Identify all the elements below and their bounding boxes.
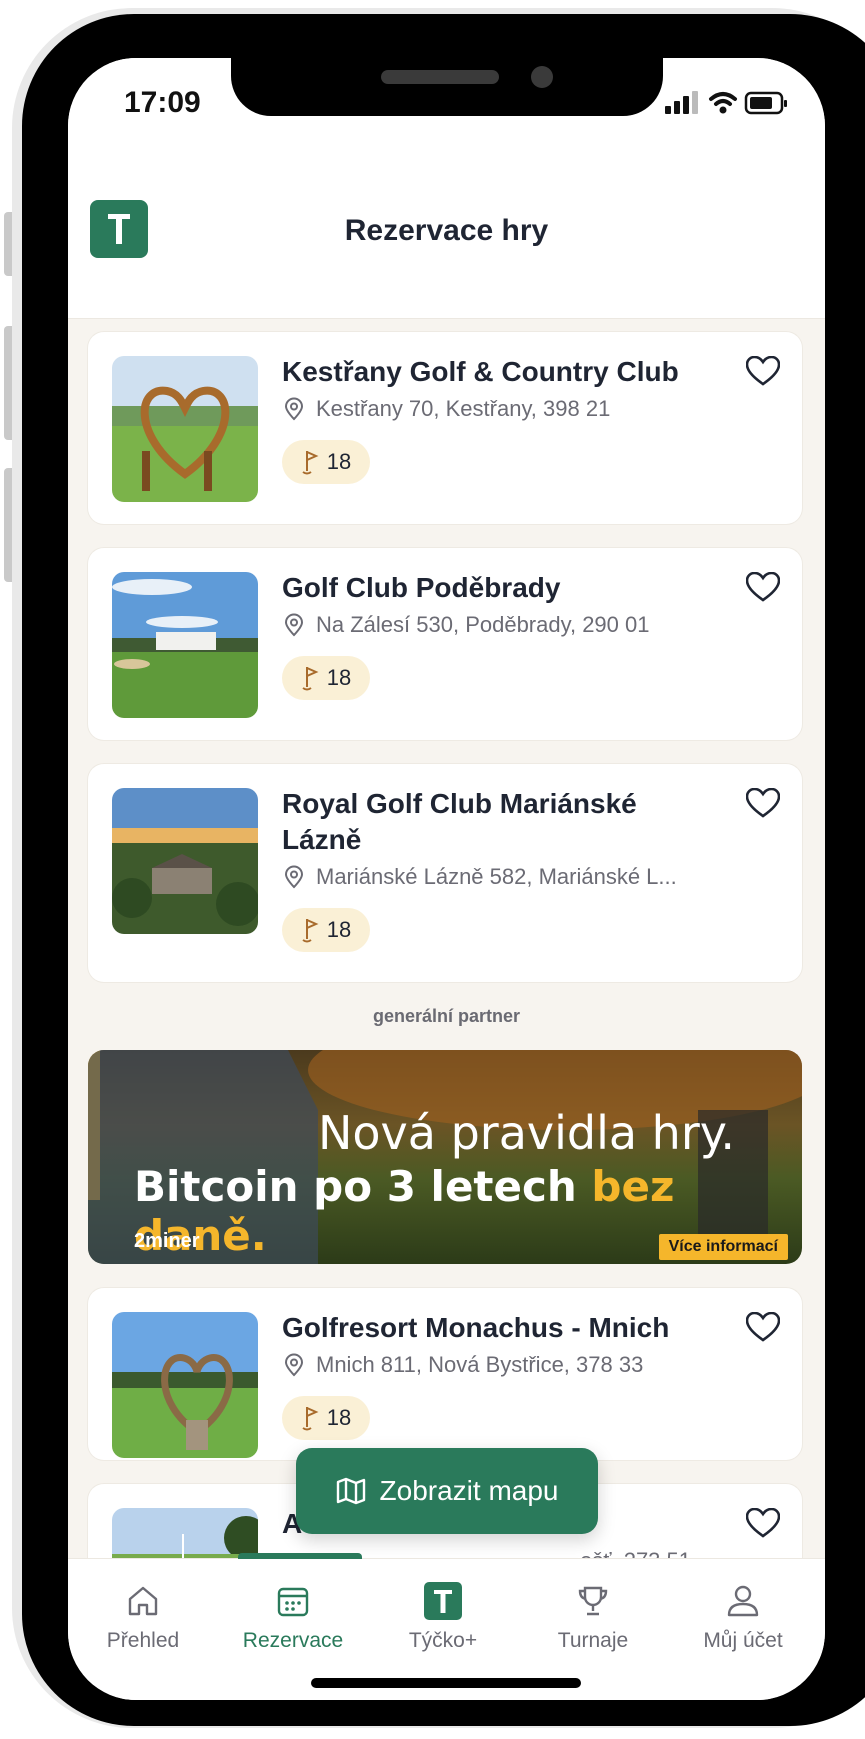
golf-flag-icon bbox=[302, 1407, 319, 1431]
course-card[interactable]: Kestřany Golf & Country Club Kestřany 70… bbox=[88, 332, 802, 524]
course-name: Royal Golf Club Mariánské Lázně bbox=[282, 788, 637, 855]
page-title: Rezervace hry bbox=[344, 214, 549, 247]
tab-turnaje[interactable]: Turnaje bbox=[518, 1579, 668, 1653]
course-address: Na Zálesí 530, Poděbrady, 290 01 bbox=[282, 612, 732, 638]
course-name: Golfresort Monachus - Mnich bbox=[282, 1312, 670, 1343]
banner-brand-logo: 2miner bbox=[134, 1230, 200, 1252]
course-address: Mariánské Lázně 582, Mariánské L... bbox=[282, 864, 732, 890]
active-tab-indicator bbox=[238, 1553, 362, 1559]
holes-badge: 18 bbox=[282, 1396, 370, 1440]
tab-label: Přehled bbox=[106, 1629, 180, 1652]
speaker bbox=[381, 70, 499, 84]
tee-logo-icon bbox=[424, 1582, 462, 1620]
course-card[interactable]: Royal Golf Club Mariánské Lázně Mariánsk… bbox=[88, 764, 802, 982]
banner-headline: Nová pravidla hry. bbox=[318, 1106, 736, 1160]
address-text: Mnich 811, Nová Bystřice, 378 33 bbox=[316, 1352, 644, 1377]
tab-label: Rezervace bbox=[242, 1629, 344, 1652]
course-list[interactable]: Kestřany Golf & Country Club Kestřany 70… bbox=[68, 318, 825, 1664]
home-indicator bbox=[311, 1678, 581, 1688]
favorite-heart-icon[interactable] bbox=[746, 1312, 780, 1342]
course-card[interactable]: Golfresort Monachus - Mnich Mnich 811, N… bbox=[88, 1288, 802, 1460]
favorite-heart-icon[interactable] bbox=[746, 356, 780, 386]
partner-banner[interactable]: Nová pravidla hry. Bitcoin po 3 letech b… bbox=[88, 1050, 802, 1264]
golf-flag-icon bbox=[302, 451, 319, 475]
show-map-button[interactable]: Zobrazit mapu bbox=[296, 1448, 598, 1534]
course-name: Golf Club Poděbrady bbox=[282, 572, 561, 603]
status-icons bbox=[665, 91, 787, 115]
holes-badge: 18 bbox=[282, 908, 370, 952]
holes-count: 18 bbox=[326, 665, 352, 690]
signal-icon bbox=[665, 91, 698, 114]
tab-label: Týčko+ bbox=[408, 1629, 478, 1652]
status-bar: 17:09 bbox=[68, 58, 825, 158]
holes-badge: 18 bbox=[282, 656, 370, 700]
holes-count: 18 bbox=[326, 917, 352, 942]
favorite-heart-icon[interactable] bbox=[746, 1508, 780, 1538]
home-icon bbox=[128, 1586, 158, 1616]
tab-rezervace[interactable]: Rezervace bbox=[218, 1579, 368, 1653]
course-photo bbox=[112, 356, 258, 502]
address-text: Na Zálesí 530, Poděbrady, 290 01 bbox=[316, 612, 650, 637]
location-pin-icon bbox=[284, 865, 304, 889]
course-address: Kestřany 70, Kestřany, 398 21 bbox=[282, 396, 732, 422]
tab-muj-ucet[interactable]: Můj účet bbox=[668, 1579, 818, 1653]
map-icon bbox=[336, 1477, 365, 1505]
tab-prehled[interactable]: Přehled bbox=[68, 1579, 218, 1653]
course-photo bbox=[112, 788, 258, 934]
course-photo bbox=[112, 572, 258, 718]
location-pin-icon bbox=[284, 613, 304, 637]
location-pin-icon bbox=[284, 397, 304, 421]
partner-label: generální partner bbox=[372, 1006, 521, 1026]
notch bbox=[231, 58, 663, 116]
favorite-heart-icon[interactable] bbox=[746, 788, 780, 818]
holes-count: 18 bbox=[326, 449, 352, 474]
golf-flag-icon bbox=[302, 667, 319, 691]
course-name: Kestřany Golf & Country Club bbox=[282, 356, 679, 387]
calendar-icon bbox=[277, 1587, 309, 1617]
user-icon bbox=[727, 1585, 759, 1617]
holes-badge: 18 bbox=[282, 440, 370, 484]
phone-screen: 17:09 Rezervace hry Kestřany Golf & Coun… bbox=[68, 58, 825, 1700]
tab-label: Turnaje bbox=[557, 1629, 629, 1652]
tab-tycko-plus[interactable]: Týčko+ bbox=[368, 1579, 518, 1653]
course-photo bbox=[112, 1312, 258, 1458]
address-text: Kestřany 70, Kestřany, 398 21 bbox=[316, 396, 611, 421]
trophy-icon bbox=[578, 1586, 608, 1616]
status-time: 17:09 bbox=[124, 86, 201, 119]
app-header: Rezervace hry bbox=[68, 158, 825, 319]
tab-label: Můj účet bbox=[703, 1629, 783, 1652]
battery-icon bbox=[744, 91, 787, 115]
golf-flag-icon bbox=[302, 919, 319, 943]
show-map-label: Zobrazit mapu bbox=[379, 1475, 559, 1506]
favorite-heart-icon[interactable] bbox=[746, 572, 780, 602]
course-address: Mnich 811, Nová Bystřice, 378 33 bbox=[282, 1352, 732, 1378]
address-text: Mariánské Lázně 582, Mariánské L... bbox=[316, 864, 677, 889]
front-camera bbox=[531, 66, 553, 88]
course-card[interactable]: Golf Club Poděbrady Na Zálesí 530, Poděb… bbox=[88, 548, 802, 740]
holes-count: 18 bbox=[326, 1405, 352, 1430]
location-pin-icon bbox=[284, 1353, 304, 1377]
more-info-button[interactable]: Více informací bbox=[658, 1234, 788, 1260]
wifi-icon bbox=[709, 92, 737, 114]
